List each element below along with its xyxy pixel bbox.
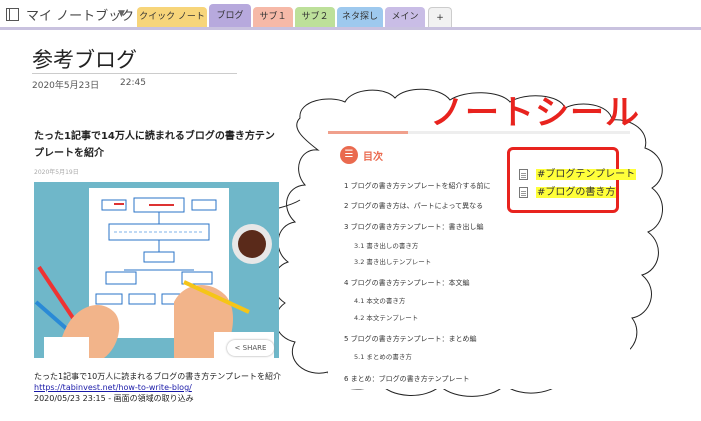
toc-subitem[interactable]: 5.1 まとめの書き方 bbox=[354, 351, 412, 361]
clip-caption: たった1記事で10万人に読まれるブログの書き方テンプレートを紹介 https:/… bbox=[34, 371, 281, 404]
article-thumbnail bbox=[34, 182, 279, 358]
caption-link[interactable]: https://tabinvest.net/how-to-write-blog/ bbox=[34, 383, 192, 392]
toc-subitem[interactable]: 3.1 書き出しの書き方 bbox=[354, 240, 418, 250]
toc-subitem[interactable]: 4.1 本文の書き方 bbox=[354, 295, 405, 305]
document-icon bbox=[519, 186, 528, 198]
toc-item[interactable]: 3 ブログの書き方テンプレート：書き出し編 bbox=[344, 222, 483, 232]
toc-subitem[interactable]: 4.2 本文テンプレート bbox=[354, 312, 418, 322]
toc-subitem[interactable]: 3.2 書き出しテンプレート bbox=[354, 256, 431, 266]
tag-text: #ブログの書き方 bbox=[536, 187, 617, 198]
list-icon: ☰ bbox=[340, 146, 358, 164]
share-label: SHARE bbox=[242, 344, 267, 352]
tag-item[interactable]: #ブログテンプレート bbox=[519, 165, 637, 180]
tag-text: #ブログテンプレート bbox=[536, 169, 637, 180]
toc-item[interactable]: 1 ブログの書き方テンプレートを紹介する前に bbox=[344, 181, 490, 191]
note-sticker-label: ノートシール bbox=[430, 93, 640, 133]
toc-progress-bar bbox=[328, 131, 408, 134]
share-icon: < bbox=[234, 344, 241, 352]
article-title: たった1記事で14万人に読まれるブログの書き方テンプレートを紹介 bbox=[34, 131, 275, 159]
caption-meta: 2020/05/23 23:15 - 画面の領域の取り込み bbox=[34, 394, 194, 403]
toc-item[interactable]: 6 まとめ：ブログの書き方テンプレート bbox=[344, 374, 469, 384]
caption-title: たった1記事で10万人に読まれるブログの書き方テンプレートを紹介 bbox=[34, 372, 282, 381]
tag-item[interactable]: #ブログの書き方 bbox=[519, 183, 617, 198]
toc-item[interactable]: 4 ブログの書き方テンプレート：本文編 bbox=[344, 278, 469, 288]
toc-item[interactable]: 2 ブログの書き方は、パートによって異なる bbox=[344, 201, 483, 211]
toc-heading: 目次 bbox=[363, 152, 383, 163]
share-button[interactable]: < SHARE bbox=[227, 340, 274, 356]
document-icon bbox=[519, 168, 528, 180]
toc-item[interactable]: 5 ブログの書き方テンプレート：まとめ編 bbox=[344, 334, 476, 344]
article-date: 2020年5月19日 bbox=[34, 169, 79, 176]
toc-progress-track bbox=[408, 131, 630, 134]
note-tags-box: #ブログテンプレート #ブログの書き方 bbox=[507, 147, 637, 213]
